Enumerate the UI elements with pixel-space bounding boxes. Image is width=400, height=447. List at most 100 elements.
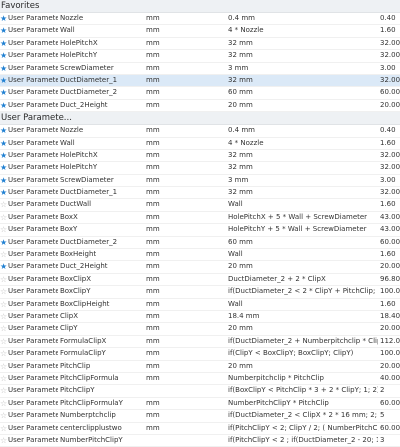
parameter-unit[interactable]: mm xyxy=(146,237,226,248)
parameter-name[interactable]: BoxX xyxy=(60,212,144,223)
parameter-row[interactable]: ★ User Parameter HolePitchX mm 32 mm 32.00 xyxy=(0,150,400,163)
parameter-unit[interactable]: mm xyxy=(146,38,226,49)
parameter-row[interactable]: ★ User Parameter Duct_2Height mm 20 mm 20.00 xyxy=(0,100,400,113)
parameter-row[interactable]: ★ User Parameter DuctDiameter_2 mm 60 mm 60.0… xyxy=(0,87,400,100)
parameter-row[interactable]: ★ User Parameter DuctDiameter_1 mm 32 mm 32.0… xyxy=(0,74,400,88)
favorite-star-filled-icon[interactable]: ★ xyxy=(0,125,7,136)
favorite-star-filled-icon[interactable]: ★ xyxy=(0,237,7,248)
parameter-expression[interactable]: HolePitchX + 5 * Wall + ScrewDiameter xyxy=(228,212,378,223)
parameter-row[interactable]: ☆ User Parameter BoxClipHeight mm Wall 1.60 xyxy=(0,299,400,311)
parameter-expression[interactable]: 32 mm xyxy=(228,38,378,49)
parameter-row[interactable]: ☆ User Parameter ClipX mm 18.4 mm 18.40 xyxy=(0,311,400,324)
parameter-name[interactable]: PitchClipFormulaY xyxy=(60,398,144,409)
parameter-name[interactable]: Numberptchclip xyxy=(60,410,144,421)
parameter-row[interactable]: ☆ User Parameter PitchClipFormula mm Numberp… xyxy=(0,373,400,386)
favorite-star-filled-icon[interactable]: ★ xyxy=(0,150,7,161)
parameter-expression[interactable]: if(PitchClipY < 2 ; if(DuctDiameter_2 - … xyxy=(228,435,378,446)
parameter-unit[interactable]: mm xyxy=(146,162,226,173)
parameter-expression[interactable]: 32 mm xyxy=(228,150,378,161)
parameter-name[interactable]: ClipX xyxy=(60,311,144,322)
favorite-star-empty-icon[interactable]: ☆ xyxy=(0,212,7,223)
parameter-name[interactable]: Duct_2Height xyxy=(60,100,144,111)
parameter-row[interactable]: ☆ User Parameter NumberPitchClipY if(PitchC… xyxy=(0,435,400,447)
parameter-name[interactable]: HolePitchY xyxy=(60,50,144,61)
favorite-star-empty-icon[interactable]: ☆ xyxy=(0,398,7,409)
favorite-star-filled-icon[interactable]: ★ xyxy=(0,138,7,149)
parameter-row[interactable]: ★ User Parameter Wall mm 4 * Nozzle 1.60 xyxy=(0,25,400,38)
favorite-star-empty-icon[interactable]: ☆ xyxy=(0,348,7,359)
parameter-row[interactable]: ★ User Parameter DuctDiameter_2 mm 60 mm 60.0… xyxy=(0,237,400,250)
parameter-expression[interactable]: if(ClipY < BoxClipY; BoxClipY; ClipY) xyxy=(228,348,378,359)
parameter-unit[interactable]: mm xyxy=(146,212,226,223)
parameter-unit[interactable]: mm xyxy=(146,361,226,372)
favorite-star-filled-icon[interactable]: ★ xyxy=(0,87,7,98)
parameter-name[interactable]: DuctDiameter_1 xyxy=(60,187,144,198)
parameter-name[interactable]: PitchClipY xyxy=(60,385,144,396)
parameter-expression[interactable]: 60 mm xyxy=(228,87,378,98)
parameter-row[interactable]: ★ User Parameter ScrewDiameter mm 3 mm 3.00 xyxy=(0,63,400,75)
favorite-star-filled-icon[interactable]: ★ xyxy=(0,38,7,49)
parameter-name[interactable]: HolePitchX xyxy=(60,150,144,161)
favorite-star-filled-icon[interactable]: ★ xyxy=(0,175,7,186)
parameter-name[interactable]: Nozzle xyxy=(60,13,144,24)
favorite-star-filled-icon[interactable]: ★ xyxy=(0,100,7,111)
favorite-star-filled-icon[interactable]: ★ xyxy=(0,75,7,86)
parameter-expression[interactable]: HolePitchY + 5 * Wall + ScrewDiameter xyxy=(228,224,378,235)
parameter-name[interactable]: BoxClipHeight xyxy=(60,299,144,310)
favorite-star-empty-icon[interactable]: ☆ xyxy=(0,224,7,235)
parameter-name[interactable]: PitchClipFormula xyxy=(60,373,144,384)
parameter-unit[interactable]: mm xyxy=(146,175,226,186)
parameter-expression[interactable]: 32 mm xyxy=(228,162,378,173)
parameter-row[interactable]: ☆ User Parameter PitchClipY if(BoxClipY < P… xyxy=(0,385,400,398)
parameter-unit[interactable]: mm xyxy=(146,125,226,136)
parameter-unit[interactable]: mm xyxy=(146,50,226,61)
parameter-unit[interactable]: mm xyxy=(146,348,226,359)
parameter-expression[interactable]: 3 mm xyxy=(228,175,378,186)
parameter-row[interactable]: ★ User Parameter Nozzle mm 0.4 mm 0.40 xyxy=(0,125,400,138)
parameter-name[interactable]: ScrewDiameter xyxy=(60,63,144,74)
parameter-name[interactable]: FormulaClipX xyxy=(60,336,144,347)
parameter-row[interactable]: ☆ User Parameter BoxHeight mm Wall 1.60 xyxy=(0,249,400,262)
parameter-row[interactable]: ☆ User Parameter PitchClip mm 20 mm 20.00 xyxy=(0,361,400,373)
parameter-unit[interactable]: mm xyxy=(146,138,226,149)
parameter-expression[interactable]: Wall xyxy=(228,199,378,210)
favorite-star-filled-icon[interactable]: ★ xyxy=(0,25,7,36)
favorite-star-empty-icon[interactable]: ☆ xyxy=(0,373,7,384)
parameter-row[interactable]: ★ User Parameter Wall mm 4 * Nozzle 1.60 xyxy=(0,138,400,150)
parameter-row[interactable]: ☆ User Parameter FormulaClipX mm if(DuctDiam… xyxy=(0,336,400,349)
parameter-name[interactable]: DuctDiameter_2 xyxy=(60,237,144,248)
parameter-unit[interactable]: mm xyxy=(146,249,226,260)
parameter-name[interactable]: BoxY xyxy=(60,224,144,235)
parameter-unit[interactable]: mm xyxy=(146,261,226,272)
parameter-unit[interactable]: mm xyxy=(146,423,226,434)
parameter-expression[interactable]: Wall xyxy=(228,299,378,310)
parameter-name[interactable]: ScrewDiameter xyxy=(60,175,144,186)
parameter-unit[interactable]: mm xyxy=(146,187,226,198)
parameter-unit[interactable]: mm xyxy=(146,150,226,161)
parameter-row[interactable]: ★ User Parameter HolePitchY mm 32 mm 32.00 xyxy=(0,162,400,175)
parameter-row[interactable]: ★ User Parameter ScrewDiameter mm 3 mm 3.00 xyxy=(0,175,400,188)
parameter-unit[interactable]: mm xyxy=(146,311,226,322)
parameter-name[interactable]: DuctDiameter_1 xyxy=(60,75,144,86)
parameter-expression[interactable]: 4 * Nozzle xyxy=(228,25,378,36)
favorite-star-filled-icon[interactable]: ★ xyxy=(0,63,7,74)
parameter-row[interactable]: ☆ User Parameter FormulaClipY mm if(ClipY < … xyxy=(0,348,400,361)
parameter-unit[interactable]: mm xyxy=(146,373,226,384)
parameter-unit[interactable]: mm xyxy=(146,199,226,210)
parameter-unit[interactable]: mm xyxy=(146,286,226,297)
parameter-name[interactable]: DuctWall xyxy=(60,199,144,210)
favorite-star-empty-icon[interactable]: ☆ xyxy=(0,361,7,372)
parameter-expression[interactable]: 18.4 mm xyxy=(228,311,378,322)
parameter-name[interactable]: HolePitchX xyxy=(60,38,144,49)
favorite-star-empty-icon[interactable]: ☆ xyxy=(0,435,7,446)
parameter-name[interactable]: BoxHeight xyxy=(60,249,144,260)
parameter-expression[interactable]: Numberpitchclip * PitchClip xyxy=(228,373,378,384)
section-header[interactable]: Favorites xyxy=(0,0,400,13)
parameter-expression[interactable]: 20 mm xyxy=(228,361,378,372)
parameter-row[interactable]: ☆ User Parameter BoxClipX mm DuctDiameter_2 … xyxy=(0,274,400,287)
favorite-star-empty-icon[interactable]: ☆ xyxy=(0,286,7,297)
parameter-expression[interactable]: if(PitchClipY < 2; ClipY / 2; ( NumberPi… xyxy=(228,423,378,434)
parameter-row[interactable]: ★ User Parameter Duct_2Height mm 20 mm 20.00 xyxy=(0,261,400,274)
favorite-star-empty-icon[interactable]: ☆ xyxy=(0,385,7,396)
section-header[interactable]: User Paramete... xyxy=(0,112,400,126)
